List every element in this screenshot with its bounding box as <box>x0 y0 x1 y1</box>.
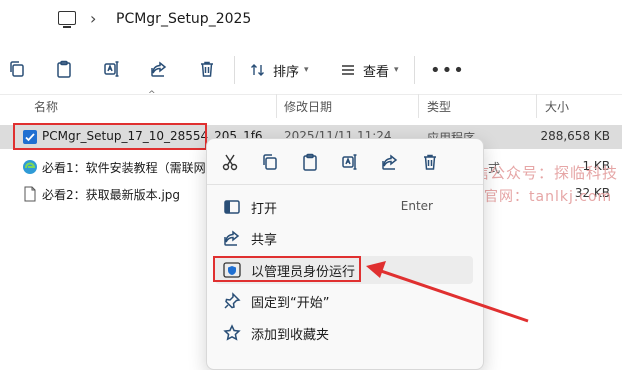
sort-icon <box>251 64 264 76</box>
watermark-site: 官网：tanlkj.com <box>484 189 613 205</box>
open-icon <box>223 198 241 216</box>
command-bar: 排序 ▾ 查看 ▾ ••• <box>0 46 622 95</box>
file-name: 必看2：获取最新版本.jpg <box>42 188 181 202</box>
column-header: ^ 名称 修改日期 类型 大小 <box>0 90 622 118</box>
toolbar-separator <box>414 56 415 84</box>
menu-item-label: 打开 <box>251 202 278 217</box>
chevron-right-icon[interactable]: › <box>90 9 96 28</box>
image-file-icon <box>22 186 38 202</box>
share-icon <box>223 229 241 247</box>
edge-icon <box>22 159 38 175</box>
menu-item-label: 添加到收藏夹 <box>251 328 330 343</box>
column-type[interactable]: 类型 <box>427 98 451 115</box>
menu-item-open[interactable]: 打开 Enter <box>215 193 473 221</box>
share-icon[interactable] <box>381 153 399 171</box>
menu-separator <box>207 184 483 185</box>
menu-item-label: 固定到“开始” <box>251 296 330 311</box>
share-icon[interactable] <box>150 60 168 78</box>
more-options-icon[interactable]: ••• <box>430 60 465 81</box>
file-name: 必看1：软件安装教程（需联网 <box>42 161 206 175</box>
menu-item-share[interactable]: 共享 <box>215 224 473 252</box>
column-date[interactable]: 修改日期 <box>284 98 332 115</box>
file-highlight-box <box>13 123 207 150</box>
sort-label: 排序 <box>273 64 300 80</box>
cut-icon[interactable] <box>221 153 239 171</box>
address-bar: › PCMgr_Setup_2025 <box>0 0 622 44</box>
rename-icon[interactable] <box>341 153 359 171</box>
copy-icon[interactable] <box>8 60 26 78</box>
rename-icon[interactable] <box>103 60 121 78</box>
this-pc-icon[interactable] <box>58 11 76 28</box>
view-icon <box>342 65 354 75</box>
sort-up-icon: ^ <box>148 90 156 100</box>
column-name[interactable]: 名称 <box>34 98 58 115</box>
delete-icon[interactable] <box>198 60 216 78</box>
star-icon <box>223 324 241 342</box>
column-size[interactable]: 大小 <box>545 98 569 115</box>
menu-item-add-favorites[interactable]: 添加到收藏夹 <box>215 319 473 347</box>
sort-button[interactable]: 排序 ▾ <box>250 60 309 80</box>
shortcut-key: Enter <box>400 199 433 213</box>
chevron-down-icon: ▾ <box>394 65 399 75</box>
run-as-admin-highlight-box <box>213 256 361 282</box>
view-label: 查看 <box>363 64 390 80</box>
paste-icon[interactable] <box>301 153 319 171</box>
copy-icon[interactable] <box>261 153 279 171</box>
menu-item-pin-start[interactable]: 固定到“开始” <box>215 287 473 315</box>
menu-item-label: 共享 <box>251 233 278 248</box>
paste-icon[interactable] <box>55 60 73 78</box>
context-menu: 打开 Enter 共享 以管理员身份运行 固定到“开始” 添加到收藏夹 <box>206 138 484 370</box>
view-button[interactable]: 查看 ▾ <box>340 60 399 80</box>
file-size: 288,658 KB <box>540 129 610 143</box>
toolbar-separator <box>234 56 235 84</box>
breadcrumb-folder[interactable]: PCMgr_Setup_2025 <box>116 11 251 27</box>
chevron-down-icon: ▾ <box>304 65 309 75</box>
delete-icon[interactable] <box>421 153 439 171</box>
pin-icon <box>223 292 241 310</box>
